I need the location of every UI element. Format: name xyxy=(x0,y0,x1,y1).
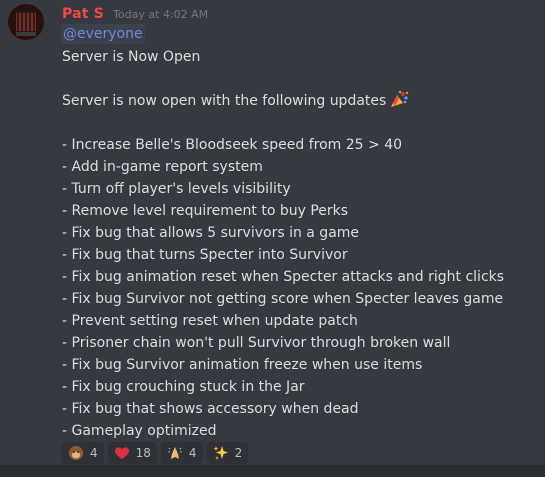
message-header: Pat S Today at 4:02 AM xyxy=(62,3,209,22)
update-item: - Fix bug Survivor animation freeze when… xyxy=(62,357,423,373)
update-item: - Increase Belle's Bloodseek speed from … xyxy=(62,137,403,153)
reaction-sparkles[interactable]: 2 xyxy=(206,442,249,464)
username[interactable]: Pat S xyxy=(62,6,104,22)
everyone-mention[interactable]: @everyone xyxy=(61,24,145,44)
update-item: - Fix bug crouching stuck in the Jar xyxy=(62,379,305,395)
chat-message: Pat S Today at 4:02 AM @everyone Server … xyxy=(0,0,545,465)
monkey-face-icon xyxy=(68,445,84,461)
folded-hands-icon xyxy=(167,445,183,461)
timestamp: Today at 4:02 AM xyxy=(113,8,209,21)
reactions-bar: 4 18 4 2 xyxy=(62,442,249,464)
update-item: - Remove level requirement to buy Perks xyxy=(62,203,349,219)
update-item: - Add in-game report system xyxy=(62,159,263,175)
reaction-count: 4 xyxy=(90,446,98,460)
sparkles-icon xyxy=(213,445,229,461)
update-item: - Fix bug that turns Specter into Surviv… xyxy=(62,247,348,263)
update-item: - Fix bug Survivor not getting score whe… xyxy=(62,291,504,307)
reaction-heart[interactable]: 18 xyxy=(107,442,157,464)
reaction-count: 18 xyxy=(135,446,151,460)
update-item: - Prisoner chain won't pull Survivor thr… xyxy=(62,335,451,351)
message-intro: Server is now open with the following up… xyxy=(62,93,387,109)
update-item: - Turn off player's levels visibility xyxy=(62,181,291,197)
red-heart-icon xyxy=(114,445,130,461)
avatar[interactable] xyxy=(8,4,44,40)
avatar-image xyxy=(8,4,44,40)
message-intro-line: Server is now open with the following up… xyxy=(62,90,532,112)
reaction-monkey[interactable]: 4 xyxy=(62,442,104,464)
update-item: - Gameplay optimized xyxy=(62,423,217,439)
update-item: - Fix bug animation reset when Specter a… xyxy=(62,269,505,285)
update-item: - Fix bug that shows accessory when dead xyxy=(62,401,359,417)
update-item: - Fix bug that allows 5 survivors in a g… xyxy=(62,225,360,241)
bottom-divider xyxy=(0,465,545,477)
reaction-folded-hands[interactable]: 4 xyxy=(160,442,203,464)
message-title: Server is Now Open xyxy=(62,49,201,65)
reaction-count: 4 xyxy=(188,446,197,460)
reaction-count: 2 xyxy=(234,446,243,460)
message-content: Server is Now Open Server is now open wi… xyxy=(62,46,532,442)
update-item: - Prevent setting reset when update patc… xyxy=(62,313,358,329)
party-popper-icon xyxy=(389,90,409,115)
